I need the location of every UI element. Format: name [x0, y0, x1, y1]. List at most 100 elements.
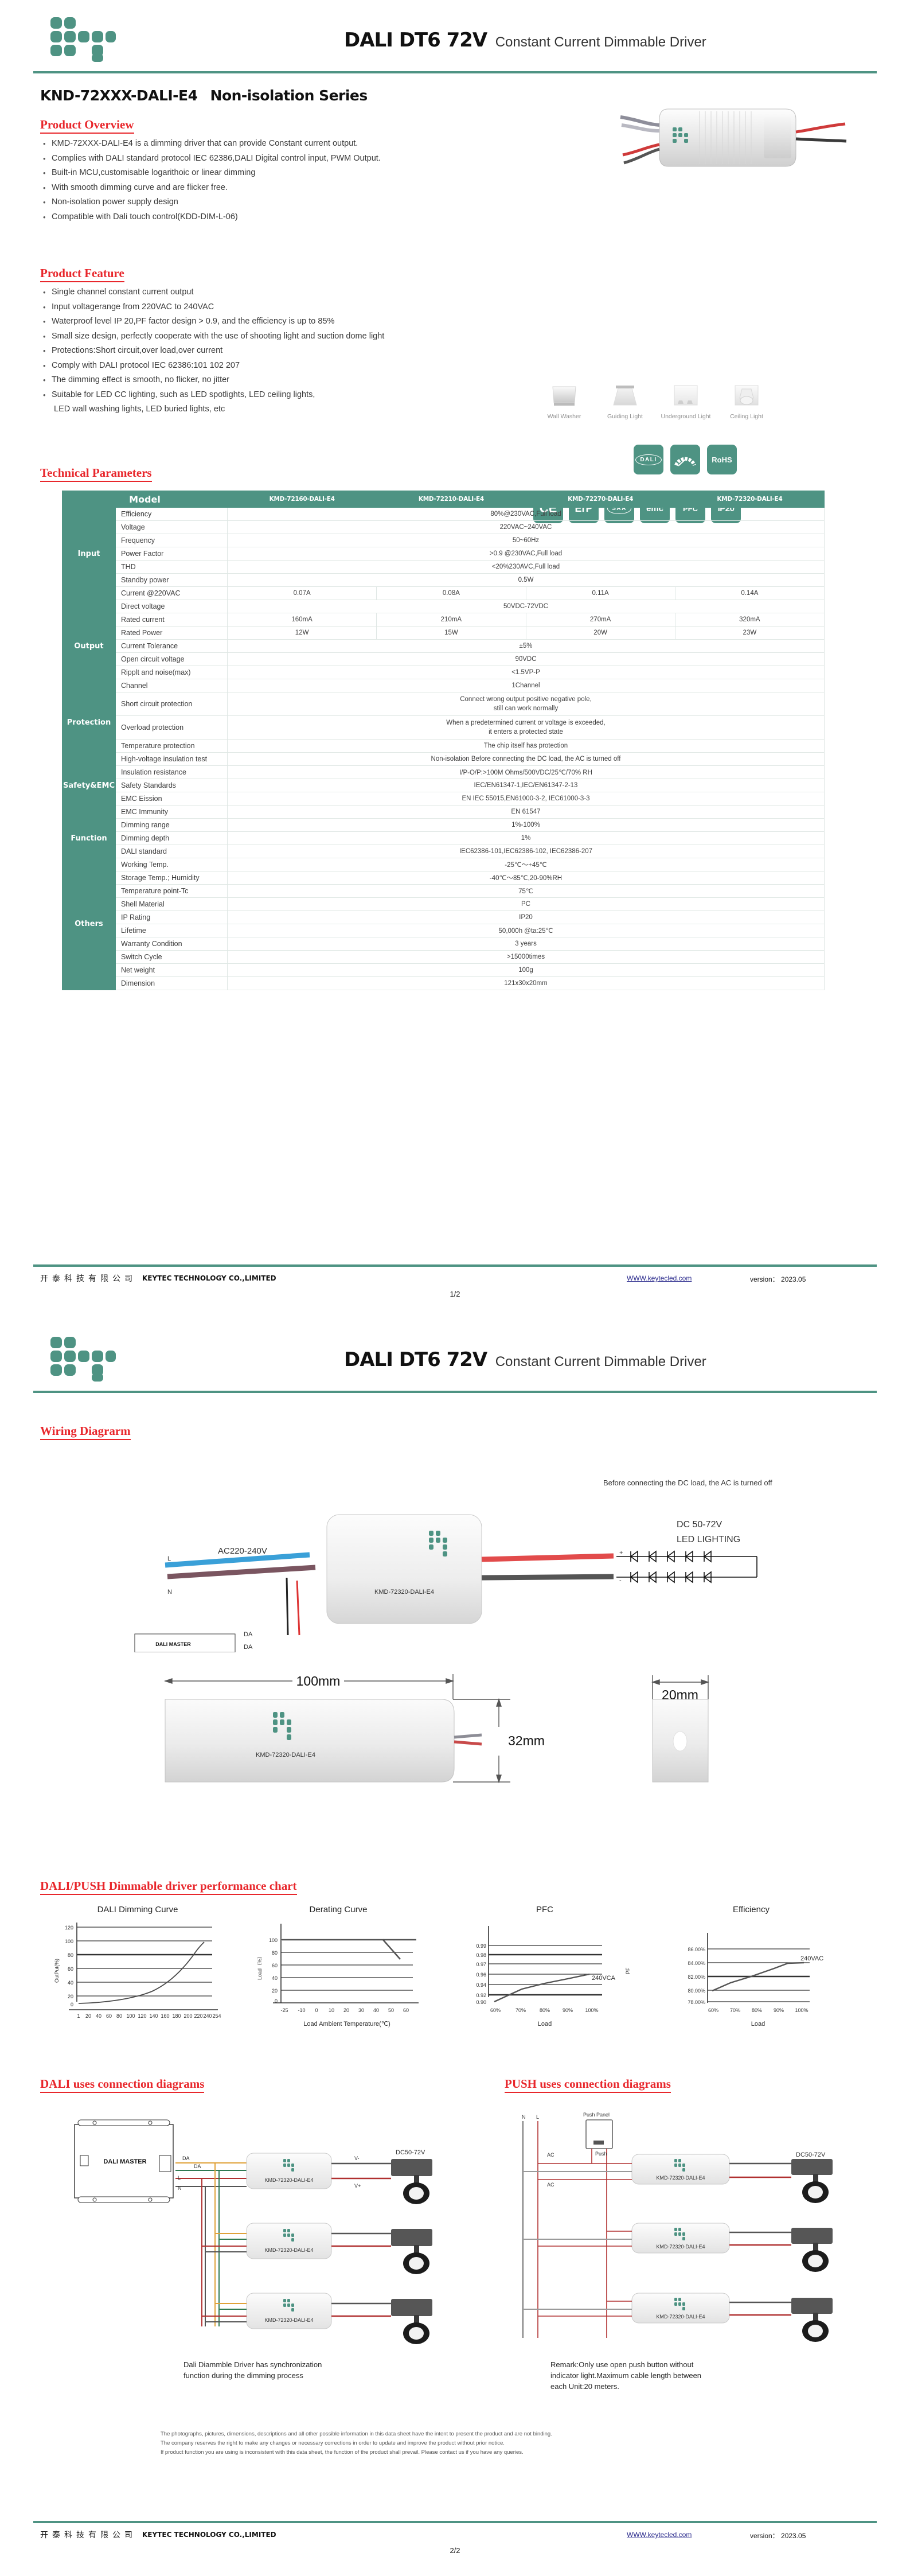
chart-xlabel-pfc: Load — [538, 2021, 552, 2028]
page-footer-1: 开泰科技有限公司 KEYTEC TECHNOLOGY CO.,LIMITED W… — [33, 1264, 877, 1320]
title-main: DALI DT6 72V — [344, 29, 487, 52]
list-item: Compatible with Dali touch control(KDD-D… — [41, 210, 381, 225]
dali-label-dc: DC50-72V — [396, 2149, 425, 2156]
cell-value-span: 100g — [227, 963, 825, 977]
chart-svg-pfc: 0.99 0.98 0.97 0.96 0.94 0.92 0.90 PF 24… — [476, 1926, 631, 2028]
push-connection-graphic: Push Panel N L AC AC Push KMD-72320-DALI… — [505, 2108, 872, 2355]
table-row: Overload protection When a predetermined … — [63, 715, 825, 740]
table-row: THD <20%230AVC,Full load — [63, 560, 825, 574]
svg-text:-25: -25 — [280, 2007, 288, 2013]
cell-value-span: >15000times — [227, 950, 825, 964]
chart-legend-efficiency: 240VAC — [800, 1955, 823, 1962]
svg-text:100%: 100% — [795, 2007, 808, 2013]
table-row: Dimension 121x30x20mm — [63, 976, 825, 990]
cell-value-3: 270mA — [525, 613, 675, 627]
svg-text:90%: 90% — [563, 2007, 573, 2013]
cell-value-span: IEC62386-101,IEC62386-102, IEC62386-207 — [227, 845, 825, 858]
table-row: Rated current 160mA 210mA 270mA 320mA — [63, 613, 825, 627]
cell-value-span: 80%@230VAC,Full load — [227, 507, 825, 521]
push-panel-label: Push Panel — [583, 2112, 610, 2118]
cell-value-span: 121x30x20mm — [227, 976, 825, 990]
section-heading-performance-chart: DALI/PUSH Dimmable driver performance ch… — [40, 1879, 297, 1895]
company-name-cn-2: 开泰科技有限公司 — [40, 2531, 136, 2540]
energy-efficiency-badge — [670, 445, 700, 474]
chart-svg-derating: 100 80 60 40 20 0 Load（%） -25 -10 0 10 20 3… — [257, 1924, 419, 2028]
dali-master-label: DALI MASTER — [103, 2158, 146, 2165]
group-function: Function — [62, 818, 116, 858]
cell-value-span: EN IEC 55015,EN61000-3-2, IEC61000-3-3 — [227, 792, 825, 806]
list-item: Suitable for LED CC lighting, such as LE… — [41, 388, 384, 403]
section-heading-product-overview: Product Overview — [40, 118, 134, 134]
chart-title-dali: DALI Dimming Curve — [97, 1905, 178, 1915]
section-heading-push-connection: PUSH uses connection diagrams — [505, 2077, 671, 2093]
svg-text:70%: 70% — [515, 2007, 526, 2013]
cell-value-2: 210mA — [376, 613, 526, 627]
row-label: Channel — [115, 679, 228, 692]
row-label: Safety Standards — [115, 779, 228, 792]
technical-parameters-table: Model KMD-72160-DALI-E4 KMD-72210-DALI-E4 K… — [62, 491, 825, 990]
footer-divider-2 — [33, 2521, 877, 2523]
title-sub: Constant Current Dimmable Driver — [495, 34, 706, 50]
svg-text:0.90: 0.90 — [476, 1999, 486, 2005]
cell-value-span: When a predetermined current or voltage … — [227, 715, 825, 740]
cell-value-span: 220VAC~240VAC — [227, 520, 825, 534]
header-model-1: KMD-72160-DALI-E4 — [226, 491, 377, 508]
table-row: Current Tolerance ±5% — [63, 639, 825, 653]
push-caption-line-1: Remark:Only use open push button without — [550, 2360, 694, 2369]
push-label-push: Push — [595, 2151, 607, 2157]
list-item: Waterproof level IP 20,PF factor design … — [41, 314, 384, 329]
table-row: Voltage 220VAC~240VAC — [63, 520, 825, 534]
certification-badges-row-1: DALI RoHS — [634, 445, 737, 474]
company-website-link-2[interactable]: WWW.keytecled.com — [627, 2531, 692, 2539]
row-label: Standby power — [115, 573, 228, 587]
page-header: DALI DT6 72V Constant Current Dimmable D… — [0, 0, 910, 86]
svg-text:40: 40 — [272, 1975, 278, 1981]
disclaimer-line: The company reserves the right to make a… — [161, 2440, 505, 2446]
wiring-label-ac: AC220-240V — [218, 1546, 267, 1556]
table-row: Temperature protection The chip itself ha… — [63, 739, 825, 753]
svg-text:40: 40 — [68, 1980, 73, 1986]
document-version: version： 2023.05 — [750, 1275, 806, 1283]
application-underground-light-icon: Underground Light — [661, 379, 711, 420]
group-output: Output — [62, 600, 116, 692]
list-item: Comply with DALI protocol IEC 62386:101 … — [41, 359, 384, 373]
table-row: Standby power 0.5W — [63, 573, 825, 587]
cell-value-span: 1%-100% — [227, 818, 825, 832]
svg-text:78.00%: 78.00% — [688, 1999, 705, 2005]
row-label: Overload protection — [115, 715, 228, 740]
chart-title-pfc: PFC — [536, 1905, 553, 1915]
application-label: Guiding Light — [607, 413, 643, 420]
cell-value-span: ±5% — [227, 639, 825, 653]
table-row: Storage Temp.; Humidity -40℃～85℃,20-90%RH — [63, 871, 825, 885]
table-row: Switch Cycle >15000times — [63, 950, 825, 964]
dimension-height: 32mm — [508, 1733, 545, 1748]
product-overview-list: KMD-72XXX-DALI-E4 is a dimming driver th… — [41, 137, 381, 224]
chart-derating-curve: Derating Curve 100 80 60 40 20 0 Load（%）… — [247, 1905, 430, 2031]
row-label: High-voltage insulation test — [115, 752, 228, 766]
list-item: LED wall washing lights, LED buried ligh… — [54, 404, 225, 414]
svg-text:100: 100 — [126, 2013, 135, 2019]
svg-text:OutPut(%): OutPut(%) — [54, 1959, 60, 1983]
cell-value-span: The chip itself has protection — [227, 739, 825, 753]
wiring-label-L: L — [167, 1555, 171, 1562]
row-label: Dimming depth — [115, 831, 228, 845]
cell-value-3: 20W — [525, 626, 675, 640]
wiring-note: Before connecting the DC load, the AC is… — [603, 1478, 772, 1487]
row-label: Net weight — [115, 963, 228, 977]
ceiling-light-icon — [721, 379, 772, 411]
dali-diagram-caption: Dali Diammble Driver has synchronization… — [183, 2359, 322, 2381]
list-item: With smooth dimming curve and are flicke… — [41, 181, 381, 196]
svg-text:60: 60 — [403, 2007, 409, 2013]
document-version-2: version： 2023.05 — [750, 2532, 806, 2540]
dimension-length: 100mm — [296, 1674, 341, 1688]
company-website-link[interactable]: WWW.keytecled.com — [627, 1274, 692, 1282]
section-heading-product-feature: Product Feature — [40, 266, 124, 282]
chart-title-derating: Derating Curve — [309, 1905, 368, 1915]
disclaimer-line: The photographs, pictures, dimensions, d… — [161, 2431, 552, 2437]
svg-text:20: 20 — [272, 1988, 278, 1994]
chart-efficiency: Efficiency 86.00% 84.00% 82.00% 80.00% 7… — [659, 1905, 843, 2031]
row-label: Shell Material — [115, 897, 228, 911]
svg-text:0.99: 0.99 — [476, 1943, 486, 1949]
keytec-logo — [46, 16, 120, 62]
svg-text:80: 80 — [116, 2013, 122, 2019]
